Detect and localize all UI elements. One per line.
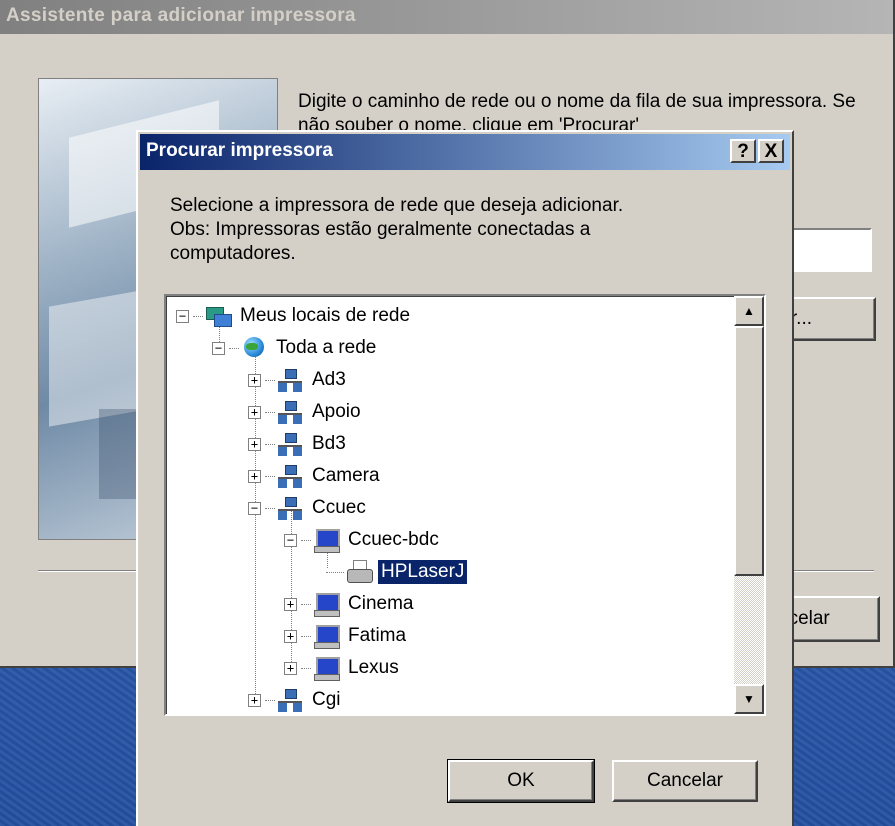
globe-icon (241, 336, 267, 360)
close-button[interactable]: X (758, 139, 784, 163)
tree-connector-line (265, 443, 275, 445)
tree-item[interactable]: + Cgi (248, 684, 344, 714)
expand-icon[interactable]: + (248, 469, 261, 483)
domain-icon (277, 400, 303, 424)
tree-item[interactable]: + Cinema (284, 588, 416, 620)
tree-item[interactable]: − Ccuec (248, 492, 369, 524)
network-tree-view[interactable]: − Meus locais de rede − Toda a rede + Ad3 + Apo… (164, 294, 766, 716)
network-places-icon (205, 304, 232, 328)
computer-icon (313, 528, 340, 553)
tree-connector-line (265, 379, 275, 381)
wizard-title-bar: Assistente para adicionar impressora (0, 0, 893, 34)
scroll-thumb[interactable] (734, 326, 764, 576)
tree-item-label: Ad3 (312, 369, 346, 390)
tree-item-label: Ccuec-bdc (348, 529, 439, 550)
tree-item-label: Fatima (348, 625, 407, 646)
tree-connector-line (301, 603, 311, 605)
tree-vertical-scrollbar[interactable]: ▲ ▼ (734, 296, 764, 714)
scroll-up-arrow-icon: ▲ (743, 304, 755, 318)
printer-icon (346, 560, 373, 584)
tree-item-label: Cgi (312, 689, 341, 710)
tree-item[interactable]: − Meus locais de rede (176, 300, 413, 332)
expand-icon[interactable]: + (284, 629, 297, 643)
scroll-up-button[interactable]: ▲ (734, 296, 764, 326)
tree-connector-line (301, 635, 311, 637)
collapse-icon[interactable]: − (212, 341, 225, 355)
computer-icon (313, 656, 340, 681)
tree-item[interactable]: + Fatima (284, 620, 409, 652)
dialog-title: Procurar impressora (146, 140, 333, 161)
printer-path-input[interactable] (790, 228, 872, 272)
cancel-button[interactable]: Cancelar (612, 760, 758, 802)
help-button[interactable]: ? (730, 139, 756, 163)
tree-item-label: Apoio (312, 401, 361, 422)
domain-icon (277, 464, 303, 488)
computer-icon (313, 624, 340, 649)
tree-item-label: Ccuec (312, 497, 366, 518)
tree-connector-line (301, 667, 311, 669)
tree-item-label: Lexus (348, 657, 399, 678)
tree-item[interactable]: + Bd3 (248, 428, 349, 460)
tree-item[interactable]: − Ccuec-bdc (284, 524, 442, 556)
tree-item[interactable]: + Camera (248, 460, 383, 492)
tree-item-label: HPLaserJ (376, 559, 469, 585)
browse-printer-dialog: Procurar impressora ? X Selecione a impr… (136, 130, 794, 826)
tree-connector-line (301, 539, 311, 541)
tree-item[interactable]: + Ad3 (248, 364, 349, 396)
scroll-down-arrow-icon: ▼ (743, 692, 755, 706)
expand-icon[interactable]: + (248, 373, 261, 387)
scroll-down-button[interactable]: ▼ (734, 684, 764, 714)
tree-connector-line (193, 315, 203, 317)
expand-icon[interactable]: + (248, 405, 261, 419)
expand-icon[interactable]: + (248, 437, 261, 451)
tree-item[interactable]: + Apoio (248, 396, 364, 428)
tree-item[interactable]: + Lexus (284, 652, 402, 684)
tree-item-label: Camera (312, 465, 380, 486)
tree-connector-line (265, 411, 275, 413)
tree-item-label: Cinema (348, 593, 414, 614)
tree-item-label: Bd3 (312, 433, 346, 454)
tree-connector-line (229, 347, 239, 349)
dialog-description: Selecione a impressora de rede que desej… (170, 195, 624, 264)
tree-item[interactable]: HPLaserJ (326, 556, 469, 588)
expand-icon[interactable]: + (284, 597, 297, 611)
expand-icon[interactable]: + (248, 693, 261, 707)
expand-icon[interactable]: + (284, 661, 297, 675)
tree-item-label: Meus locais de rede (240, 305, 411, 326)
tree-connector-line (265, 507, 275, 509)
tree-item-label: Toda a rede (276, 337, 377, 358)
computer-icon (313, 592, 340, 617)
dialog-title-bar[interactable]: Procurar impressora ? X (140, 134, 790, 170)
collapse-icon[interactable]: − (284, 533, 297, 547)
domain-icon (277, 688, 303, 712)
domain-icon (277, 432, 303, 456)
domain-icon (277, 496, 303, 520)
collapse-icon[interactable]: − (248, 501, 261, 515)
tree-connector-line (265, 475, 275, 477)
tree-connector-line (265, 699, 275, 701)
collapse-icon[interactable]: − (176, 309, 189, 323)
domain-icon (277, 368, 303, 392)
tree-connector-line (326, 571, 344, 573)
tree-item[interactable]: − Toda a rede (212, 332, 379, 364)
ok-button[interactable]: OK (447, 759, 595, 803)
